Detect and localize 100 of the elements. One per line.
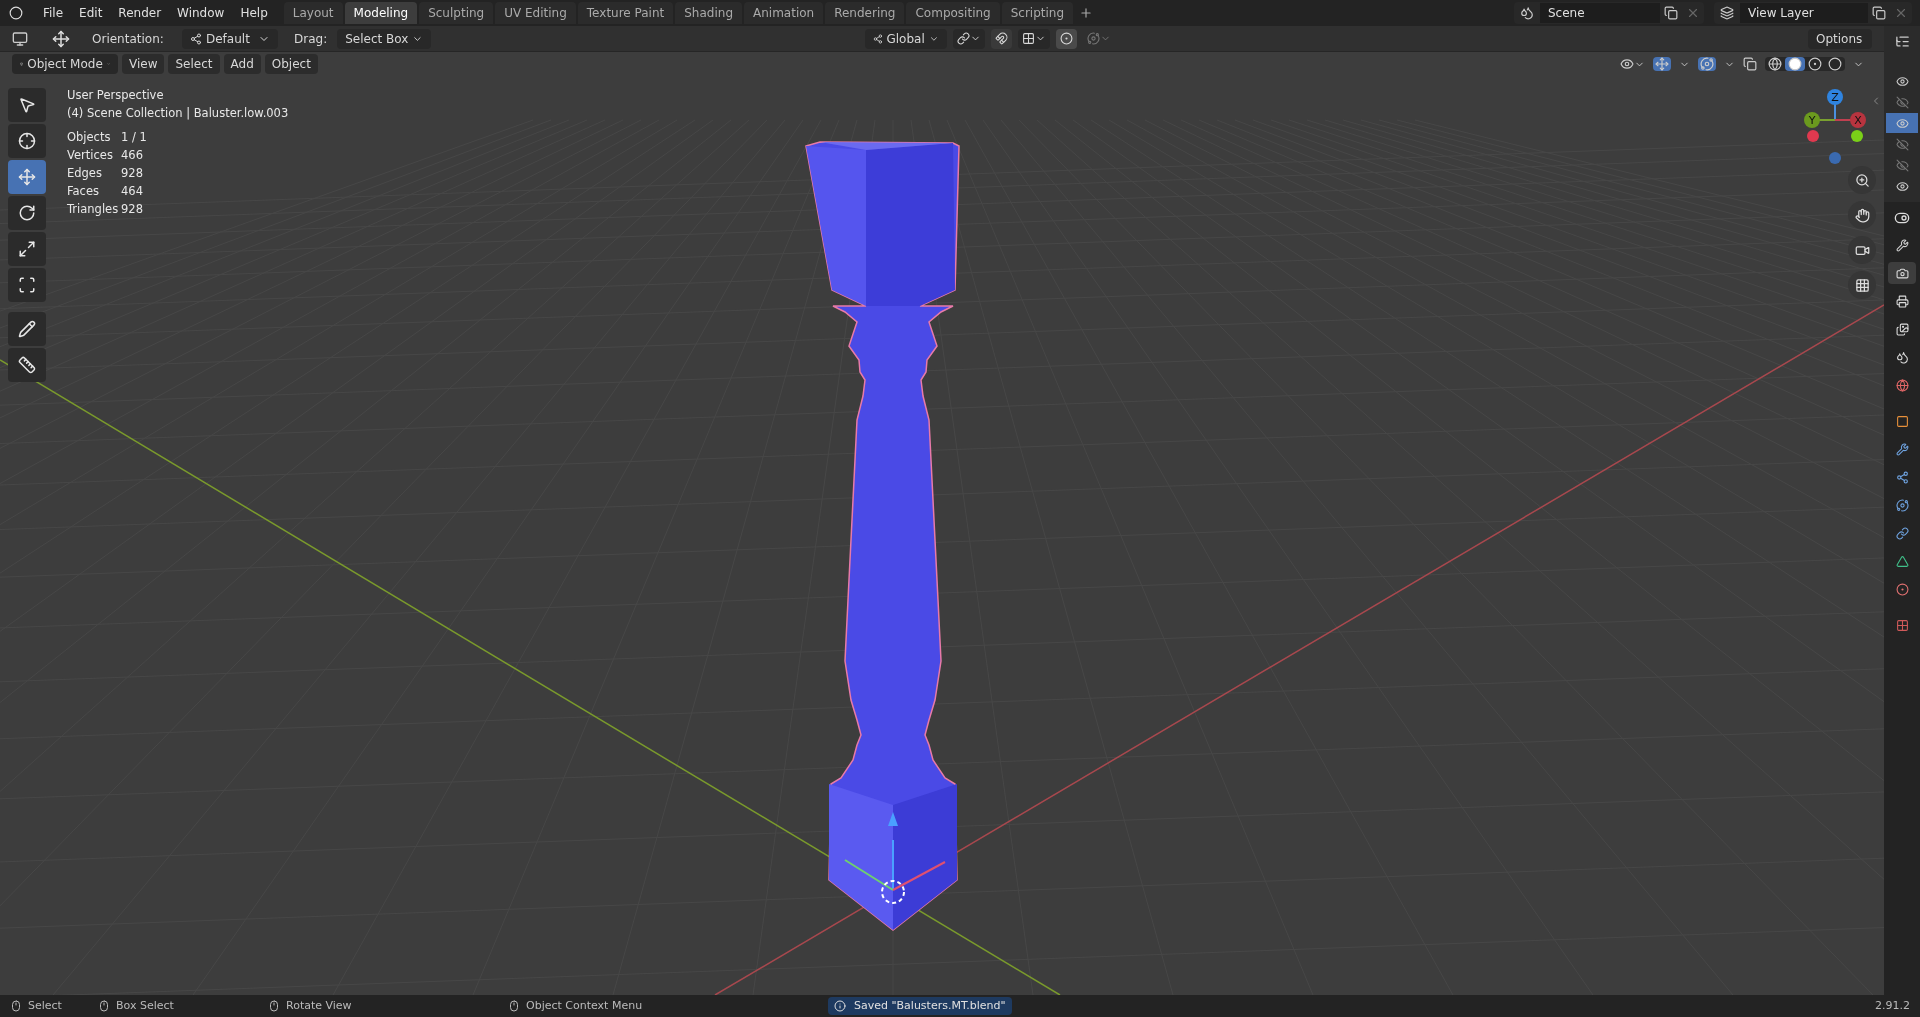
camera-button[interactable] xyxy=(1848,236,1876,264)
menu-item[interactable]: Window xyxy=(169,2,233,24)
scene-name-field[interactable]: Scene xyxy=(1540,3,1660,23)
workspace-tab[interactable]: Rendering xyxy=(825,2,905,24)
close-icon[interactable] xyxy=(1894,6,1908,20)
stat-label: Triangles xyxy=(67,201,120,218)
stat-label: Faces xyxy=(67,183,100,200)
info-icon xyxy=(834,1000,846,1012)
viewport-menu[interactable]: Select xyxy=(168,54,220,74)
copy-icon[interactable] xyxy=(1872,6,1886,20)
overlay-toggle[interactable] xyxy=(1698,57,1716,71)
eye-glyph-icon xyxy=(1895,74,1909,88)
rotate-tool-button[interactable] xyxy=(8,196,46,230)
grid-icon xyxy=(1854,277,1870,293)
move-icon xyxy=(18,168,36,186)
axes-icon xyxy=(190,32,202,45)
grid-button[interactable] xyxy=(1848,271,1876,299)
menu-item[interactable]: File xyxy=(35,2,72,24)
hand-icon xyxy=(1854,207,1870,223)
snap-toggle[interactable] xyxy=(990,28,1012,49)
eye-off-icon xyxy=(1895,158,1909,172)
wire-sphere-icon xyxy=(1768,57,1782,71)
measure-tool-button[interactable] xyxy=(8,348,46,382)
hand-button[interactable] xyxy=(1848,201,1876,229)
eye-off-icon xyxy=(1895,137,1909,151)
orbit-icon xyxy=(1895,498,1909,512)
gizmo-toggle[interactable] xyxy=(1653,57,1671,71)
copy-icon[interactable] xyxy=(1664,6,1678,20)
collection-path: (4) Scene Collection | Baluster.low.003 xyxy=(67,105,289,122)
transform-orientation-dropdown[interactable]: Global xyxy=(864,28,947,49)
editor-type-icon[interactable] xyxy=(12,30,28,47)
menu-item[interactable]: Edit xyxy=(71,2,111,24)
nodes-icon xyxy=(1895,470,1909,484)
camera-icon xyxy=(1895,266,1909,280)
version-label: 2.91.2 xyxy=(1875,997,1910,1014)
workspace-tab[interactable]: Layout xyxy=(283,2,343,24)
mode-dropdown[interactable]: Object Mode xyxy=(12,54,118,74)
transform-tool-button[interactable] xyxy=(8,268,46,302)
viewport-menu[interactable]: Object xyxy=(264,54,318,74)
render-tab[interactable] xyxy=(1888,262,1916,284)
grid-icon xyxy=(1021,32,1035,45)
eye-off-icon xyxy=(1895,95,1909,109)
square-icon xyxy=(1895,414,1909,428)
status-hint: Object Context Menu xyxy=(526,997,643,1014)
annotate-icon xyxy=(18,320,36,338)
link-icon xyxy=(956,32,970,45)
workspace-tab[interactable]: Compositing xyxy=(906,2,1000,24)
snap-dropdown[interactable] xyxy=(1017,28,1050,49)
view-layer-field[interactable]: View Layer xyxy=(1740,3,1868,23)
solid-shading-button[interactable] xyxy=(1785,57,1805,71)
status-hint: Box Select xyxy=(116,997,174,1014)
close-icon[interactable] xyxy=(1686,6,1700,20)
status-hint: Rotate View xyxy=(286,997,352,1014)
stat-label: Objects xyxy=(67,129,112,146)
eye-glyph-icon xyxy=(1895,179,1909,193)
orientation-dropdown[interactable]: Default xyxy=(182,28,278,49)
drag-dropdown[interactable]: Select Box xyxy=(337,28,432,49)
zoom-button[interactable] xyxy=(1848,166,1876,194)
workspace-tab[interactable]: Shading xyxy=(675,2,742,24)
workspace-tab[interactable]: Sculpting xyxy=(419,2,494,24)
workspace-tab[interactable]: Animation xyxy=(744,2,824,24)
view-layer-icon[interactable] xyxy=(1720,6,1734,20)
workspace-tab[interactable]: Texture Paint xyxy=(577,2,674,24)
mouse-icon xyxy=(10,1000,22,1012)
editor-type-icon[interactable] xyxy=(1894,210,1910,226)
stat-label: Vertices xyxy=(67,147,114,164)
workspace-tab[interactable]: Scripting xyxy=(1001,2,1074,24)
menu-item[interactable]: Help xyxy=(232,2,276,24)
outliner-icon[interactable] xyxy=(1894,34,1910,49)
visibility-dropdown[interactable] xyxy=(1620,57,1645,71)
annotate-tool-button[interactable] xyxy=(8,312,46,346)
options-dropdown[interactable]: Options xyxy=(1808,28,1872,49)
pivot-dropdown[interactable] xyxy=(952,28,985,49)
workspace-tab[interactable]: UV Editing xyxy=(495,2,576,24)
workspace-tab[interactable]: Modeling xyxy=(344,2,418,24)
viewport-menu[interactable]: Add xyxy=(223,54,261,74)
globe-icon xyxy=(1895,378,1909,392)
axis-gizmo[interactable]: Z Y X xyxy=(1798,68,1874,164)
menu-item[interactable]: Render xyxy=(110,2,170,24)
add-workspace-icon[interactable] xyxy=(1079,6,1094,20)
viewport-menu[interactable]: View xyxy=(122,54,165,74)
material-sphere-icon xyxy=(1808,57,1822,71)
mouse-icon xyxy=(98,1000,110,1012)
proportional-toggle[interactable] xyxy=(1055,28,1077,49)
cursor-tool-button[interactable] xyxy=(8,124,46,158)
images-icon xyxy=(1895,322,1909,336)
stat-value: 928 xyxy=(121,165,144,182)
move-tool-icon xyxy=(52,29,70,48)
message-text: Saved "Balusters.MT.blend" xyxy=(854,997,1006,1014)
app-logo-icon[interactable] xyxy=(9,6,23,20)
xray-toggle-icon[interactable] xyxy=(1743,57,1757,71)
select-icon xyxy=(18,96,36,114)
scale-tool-button[interactable] xyxy=(8,232,46,266)
move-tool-button[interactable] xyxy=(8,160,46,194)
arrows-icon xyxy=(1655,57,1669,71)
select-tool-button[interactable] xyxy=(8,88,46,122)
droplets-icon xyxy=(1895,350,1909,364)
sphere-icon xyxy=(1828,57,1842,71)
scale-icon xyxy=(18,240,36,258)
eye-icon xyxy=(1620,57,1634,71)
